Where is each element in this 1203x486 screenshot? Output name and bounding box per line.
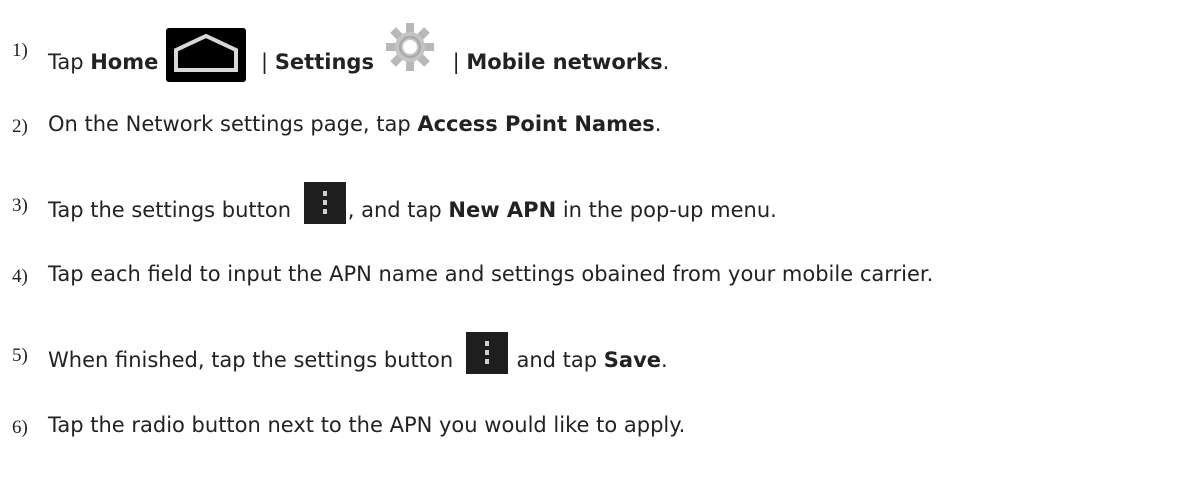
gear-icon xyxy=(382,19,438,75)
step-text: Tap the settings button , and tap New AP… xyxy=(48,182,777,232)
step-text: On the Network settings page, tap Access… xyxy=(48,112,662,136)
step-number: 6) xyxy=(12,417,28,438)
step-text: Tap Home | Settings | Mobile networks. xyxy=(48,23,669,91)
step-number: 5) xyxy=(12,345,28,366)
step-number: 2) xyxy=(12,116,28,137)
step-number: 1) xyxy=(12,40,28,61)
save-label: Save xyxy=(603,348,662,372)
access-point-names-label: Access Point Names xyxy=(417,112,655,136)
step-number: 3) xyxy=(12,195,28,216)
step-text: When finished, tap the settings button a… xyxy=(48,332,668,382)
step-text: Tap each field to input the APN name and… xyxy=(48,262,934,286)
menu-overflow-icon xyxy=(303,182,346,224)
home-label: Home xyxy=(90,50,159,74)
mobile-networks-label: Mobile networks xyxy=(466,50,663,74)
step-text: Tap the radio button next to the APN you… xyxy=(48,413,686,437)
home-icon xyxy=(166,28,247,82)
new-apn-label: New APN xyxy=(448,198,557,222)
settings-label: Settings xyxy=(274,50,374,74)
step-number: 4) xyxy=(12,266,28,287)
menu-overflow-icon xyxy=(465,332,508,374)
